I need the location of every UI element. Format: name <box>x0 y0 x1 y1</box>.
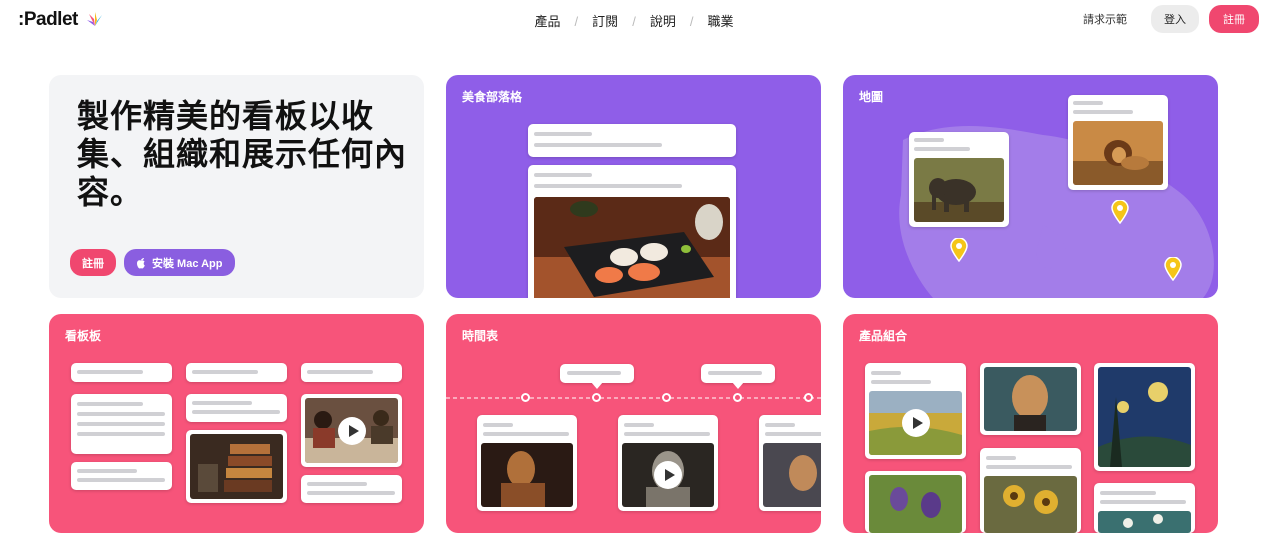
column-header <box>186 363 287 382</box>
hero-signup-button[interactable]: 註冊 <box>70 249 116 276</box>
timeline-post <box>759 415 821 511</box>
statue-photo <box>622 443 714 507</box>
nav-separator: / <box>632 14 636 29</box>
sunflower-painting <box>984 476 1077 533</box>
timeline-node[interactable] <box>592 393 601 402</box>
timeline-card[interactable]: 時間表 <box>446 314 821 533</box>
map-post-elephant <box>909 132 1009 227</box>
hero-buttons: 註冊 安裝 Mac App <box>70 249 235 276</box>
board-title: 看板板 <box>65 329 102 343</box>
elephant-photo <box>914 158 1004 222</box>
board-post-video <box>301 394 402 467</box>
padlet-petal-icon <box>87 12 102 26</box>
blossom-painting <box>1098 511 1191 533</box>
board-post <box>71 462 172 490</box>
board-post <box>71 394 172 454</box>
board-post <box>186 394 287 422</box>
hero-card: 製作精美的看板以收集、組織和展示任何內容。 註冊 安裝 Mac App <box>49 75 424 298</box>
timeline-node[interactable] <box>804 393 813 402</box>
post-card <box>528 165 736 298</box>
play-icon[interactable] <box>338 417 366 445</box>
timeline-axis <box>446 382 821 399</box>
painting-photo <box>763 443 821 507</box>
play-icon[interactable] <box>654 461 682 489</box>
install-mac-app-button[interactable]: 安裝 Mac App <box>124 249 235 276</box>
lion-photo <box>1073 121 1163 185</box>
portrait-painting <box>984 367 1077 431</box>
starry-night-painting <box>1098 367 1191 467</box>
nav-product[interactable]: 產品 <box>535 14 561 29</box>
timeline-post-video <box>618 415 718 511</box>
post-card <box>528 124 736 157</box>
column-header <box>71 363 172 382</box>
timeline-node[interactable] <box>521 393 530 402</box>
column-header <box>301 363 402 382</box>
board-post-books <box>186 430 287 503</box>
mac-app-label: 安裝 Mac App <box>152 257 223 270</box>
map-post-lion <box>1068 95 1168 190</box>
nav-help[interactable]: 說明 <box>650 14 676 29</box>
sushi-photo <box>534 197 730 298</box>
board-card[interactable]: 看板板 <box>49 314 424 533</box>
nav-careers[interactable]: 職業 <box>707 14 733 29</box>
field-painting <box>869 391 962 455</box>
timeline-post <box>477 415 577 511</box>
portfolio-post <box>980 448 1081 533</box>
hero-headline: 製作精美的看板以收集、組織和展示任何內容。 <box>77 98 408 210</box>
signup-button[interactable]: 註冊 <box>1209 5 1259 33</box>
portfolio-post-video <box>865 363 966 459</box>
login-button[interactable]: 登入 <box>1151 5 1199 33</box>
people-photo <box>305 398 398 463</box>
map-card[interactable]: 地圖 <box>843 75 1218 298</box>
timeline-title: 時間表 <box>462 329 499 343</box>
food-blog-card[interactable]: 美食部落格 <box>446 75 821 298</box>
sculpture-photo <box>481 443 573 507</box>
timeline-node[interactable] <box>733 393 742 402</box>
board-post <box>301 475 402 503</box>
portfolio-post <box>980 363 1081 435</box>
timeline-node[interactable] <box>662 393 671 402</box>
portfolio-post <box>1094 483 1195 533</box>
main-nav: 產品 / 訂閱 / 說明 / 職業 <box>0 11 1268 30</box>
portfolio-post <box>1094 363 1195 471</box>
portfolio-title: 產品組合 <box>859 329 908 343</box>
iris-painting <box>869 475 962 533</box>
header-actions: 請求示範 登入 註冊 <box>1083 5 1259 33</box>
nav-separator: / <box>574 14 579 29</box>
portfolio-post <box>865 471 966 533</box>
map-pin-icon[interactable] <box>1164 257 1182 281</box>
apple-icon <box>137 257 145 268</box>
nav-pricing[interactable]: 訂閱 <box>592 14 618 29</box>
map-pin-icon[interactable] <box>1111 200 1129 224</box>
food-blog-title: 美食部落格 <box>462 90 523 104</box>
top-header: :Padlet 產品 / 訂閱 / 說明 / 職業 請求示範 登入 註冊 <box>0 0 1268 40</box>
books-photo <box>190 434 283 499</box>
nav-separator: / <box>689 14 694 29</box>
request-demo-link[interactable]: 請求示範 <box>1083 11 1127 27</box>
play-icon[interactable] <box>902 409 930 437</box>
map-pin-icon[interactable] <box>950 238 968 262</box>
padlet-logo[interactable]: :Padlet <box>18 9 78 31</box>
portfolio-card[interactable]: 產品組合 <box>843 314 1218 533</box>
